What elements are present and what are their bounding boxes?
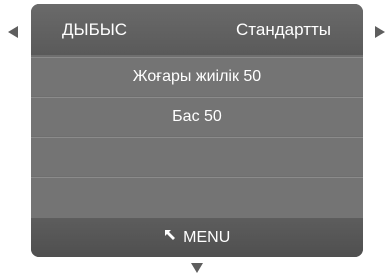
- return-arrow-icon: [164, 217, 176, 256]
- triangle-left-icon[interactable]: [8, 26, 18, 38]
- menu-item-bass[interactable]: Бас 50: [31, 97, 363, 136]
- menu-footer-button[interactable]: MENU: [31, 218, 363, 257]
- sound-menu-panel: ДЫБЫС Стандартты Жоғары жиілік 50 Бас 50…: [31, 4, 363, 257]
- triangle-right-icon[interactable]: [375, 26, 385, 38]
- triangle-down-icon[interactable]: [191, 263, 203, 273]
- menu-item-empty-1: [31, 137, 363, 176]
- menu-title: ДЫБЫС: [62, 20, 128, 39]
- menu-header[interactable]: ДЫБЫС Стандартты: [31, 4, 363, 55]
- osd-stage: ДЫБЫС Стандартты Жоғары жиілік 50 Бас 50…: [0, 0, 392, 274]
- menu-item-empty-2: [31, 177, 363, 216]
- menu-item-label: Жоғары жиілік 50: [132, 68, 262, 85]
- menu-footer-label: MENU: [183, 229, 231, 246]
- menu-item-label: Бас 50: [172, 108, 222, 125]
- menu-item-treble[interactable]: Жоғары жиілік 50: [31, 57, 363, 96]
- sound-mode-value[interactable]: Стандартты: [236, 20, 331, 40]
